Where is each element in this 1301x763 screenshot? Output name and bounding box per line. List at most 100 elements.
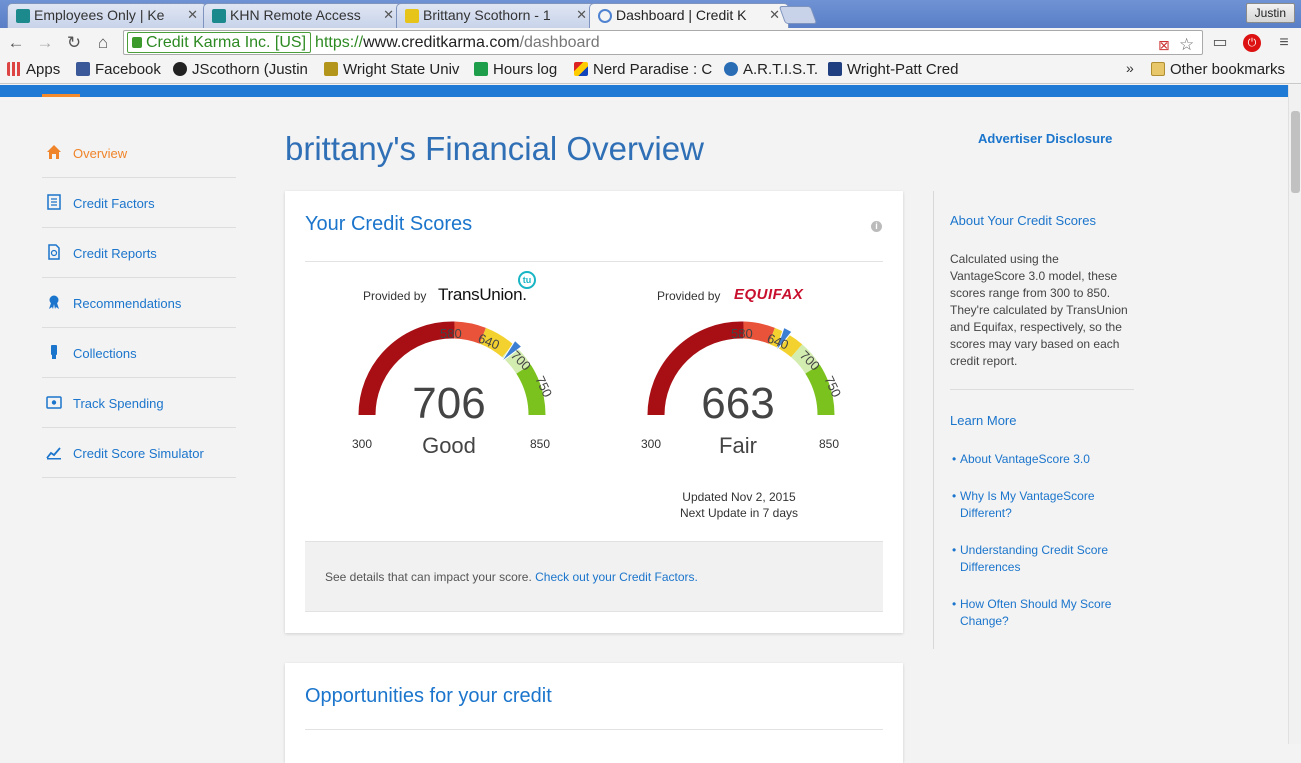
advertiser-disclosure-link[interactable]: Advertiser Disclosure	[978, 131, 1112, 146]
tick-label-580: 580	[440, 326, 462, 341]
facebook-icon	[76, 62, 90, 76]
menu-icon[interactable]: ≡	[1275, 34, 1293, 52]
site-header-bar	[0, 85, 1288, 97]
wright-patt-icon	[828, 62, 842, 76]
side-navigation: Overview Credit Factors Credit Reports R…	[42, 128, 236, 478]
bookmark-hours-log[interactable]: Hours log	[474, 61, 564, 78]
close-icon[interactable]: ✕	[383, 7, 394, 23]
right-rail: About Your Credit Scores Calculated usin…	[933, 191, 1134, 649]
browser-tabstrip: Employees Only | Ke ✕ KHN Remote Access …	[0, 0, 1301, 29]
credit-score-value: 663	[701, 379, 775, 428]
transunion-logo: TransUnion.	[438, 285, 527, 304]
bookmarks-overflow-button[interactable]: »	[1126, 60, 1134, 76]
ribbon-icon	[49, 295, 59, 309]
bookmark-apps[interactable]: Apps	[7, 61, 69, 78]
reload-icon[interactable]: ↻	[63, 32, 85, 54]
browser-tab[interactable]: Brittany Scothorn - 1 ✕	[396, 3, 596, 28]
info-icon[interactable]: i	[871, 221, 882, 232]
kettering-favicon-icon	[212, 9, 226, 23]
cast-icon[interactable]: ▭	[1211, 34, 1229, 52]
close-icon[interactable]: ✕	[769, 7, 780, 23]
browser-tab[interactable]: KHN Remote Access ✕	[203, 3, 403, 28]
opportunities-card: Opportunities for your credit	[285, 663, 903, 763]
credit-score-band: Good	[422, 433, 476, 458]
learn-more-link[interactable]: • Understanding Credit Score Differences	[952, 542, 1134, 576]
equifax-logo: EQUIFAX	[734, 286, 804, 303]
learn-more-link[interactable]: • How Often Should My Score Change?	[952, 596, 1134, 630]
active-nav-indicator	[42, 94, 80, 97]
other-bookmarks-folder[interactable]: Other bookmarks	[1151, 61, 1301, 78]
bookmark-nerd-paradise[interactable]: Nerd Paradise : C	[574, 61, 712, 78]
sidebar-item-collections[interactable]: Collections	[42, 328, 236, 378]
learn-more-link[interactable]: • About VantageScore 3.0	[952, 451, 1134, 468]
sidebar-item-credit-score-simulator[interactable]: Credit Score Simulator	[42, 428, 236, 478]
ev-name: Credit Karma Inc. [US]	[146, 34, 307, 51]
sidebar-item-recommendations[interactable]: Recommendations	[42, 278, 236, 328]
url-path: /dashboard	[519, 34, 600, 51]
sidebar-item-credit-reports[interactable]: Credit Reports	[42, 228, 236, 278]
card-title: Opportunities for your credit	[305, 685, 552, 707]
close-icon[interactable]: ✕	[576, 7, 587, 23]
credit-factors-link[interactable]: Check out your Credit Factors.	[535, 570, 698, 584]
bookmark-wright-patt[interactable]: Wright-Patt Cred	[828, 61, 966, 78]
sidebar-item-credit-factors[interactable]: Credit Factors	[42, 178, 236, 228]
page-title: brittany's Financial Overview	[285, 130, 704, 167]
about-scores-text: Calculated using the VantageScore 3.0 mo…	[950, 252, 1128, 368]
learn-more-link[interactable]: • Why Is My VantageScore Different?	[952, 488, 1134, 522]
phone-icon	[51, 345, 57, 359]
tab-title: Employees Only | Ke	[34, 7, 165, 23]
apps-grid-icon	[7, 62, 21, 76]
back-arrow-icon[interactable]: ←	[5, 32, 27, 54]
adblock-icon[interactable]: ⏻	[1243, 34, 1261, 52]
tab-title: KHN Remote Access	[230, 7, 361, 23]
score-update-info: Updated Nov 2, 2015 Next Update in 7 day…	[645, 489, 833, 521]
new-tab-button[interactable]	[778, 6, 818, 24]
url-host: www.creditkarma.com	[363, 34, 520, 51]
blocked-popup-icon[interactable]: ⊠	[1158, 34, 1170, 57]
artist-icon	[724, 62, 738, 76]
browser-tab[interactable]: Employees Only | Ke ✕	[7, 3, 207, 28]
forward-arrow-icon[interactable]: →	[34, 32, 56, 54]
profile-button[interactable]: Justin	[1245, 3, 1295, 23]
browser-toolbar: ← → ↻ ⌂ Credit Karma Inc. [US] https://w…	[0, 28, 1301, 58]
sheets-icon	[474, 62, 488, 76]
browser-tab-active[interactable]: Dashboard | Credit K ✕	[589, 3, 789, 29]
chart-icon	[46, 447, 61, 460]
home-icon	[47, 145, 61, 159]
sidebar-item-track-spending[interactable]: Track Spending	[42, 378, 236, 428]
tick-label-580: 580	[731, 326, 753, 341]
provided-by-label: Provided by	[363, 289, 427, 303]
bookmark-facebook[interactable]: Facebook	[76, 61, 166, 78]
address-bar[interactable]: Credit Karma Inc. [US] https://www.credi…	[123, 30, 1203, 55]
sidebar-item-overview[interactable]: Overview	[42, 128, 236, 178]
github-icon	[173, 62, 187, 76]
updated-date: Updated Nov 2, 2015	[682, 490, 796, 504]
credit-factors-callout: See details that can impact your score. …	[305, 541, 883, 612]
star-bookmark-icon[interactable]: ☆	[1179, 33, 1194, 56]
transunion-gauge: Provided by TransUnion. tu 580 640 700 7…	[332, 271, 572, 475]
divider	[305, 261, 883, 262]
bookmark-github[interactable]: JScothorn (Justin	[173, 61, 313, 78]
kettering-favicon-icon	[16, 9, 30, 23]
tab-title: Dashboard | Credit K	[616, 7, 747, 23]
url-scheme: https://	[315, 34, 364, 51]
credit-score-value: 706	[412, 379, 486, 428]
home-icon[interactable]: ⌂	[92, 32, 114, 54]
folder-icon	[1151, 62, 1165, 76]
bookmark-artist[interactable]: A.R.T.I.S.T.	[724, 61, 819, 78]
ev-certificate-badge[interactable]: Credit Karma Inc. [US]	[127, 32, 312, 53]
report-icon	[48, 244, 60, 260]
bookmark-wsu[interactable]: Wright State Univ	[324, 61, 462, 78]
divider	[305, 729, 883, 730]
wsu-icon	[324, 62, 338, 76]
divider	[950, 389, 1134, 390]
close-icon[interactable]: ✕	[187, 7, 198, 23]
factors-text: See details that can impact your score.	[325, 570, 532, 584]
scrollbar-thumb[interactable]	[1291, 111, 1300, 193]
nerd-paradise-icon	[574, 62, 588, 76]
lock-icon	[132, 37, 142, 48]
page-scrollbar[interactable]	[1288, 85, 1301, 744]
tab-title: Brittany Scothorn - 1	[423, 7, 551, 23]
card-title: Your Credit Scores	[305, 213, 473, 235]
provided-by-label: Provided by	[657, 289, 721, 303]
